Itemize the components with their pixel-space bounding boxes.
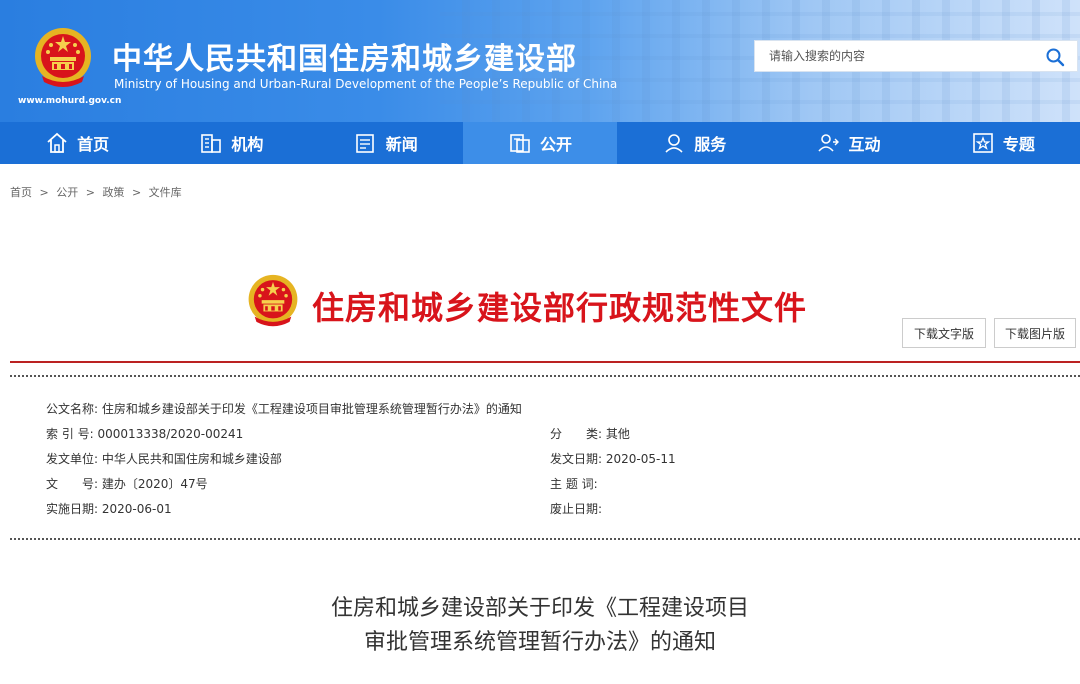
nav-item-label: 专题	[1002, 135, 1035, 154]
divider-dotted	[10, 375, 1080, 377]
meta-label: 发文单位:	[46, 452, 99, 466]
document-title-line2: 审批管理系统管理暂行办法》的通知	[363, 630, 716, 655]
meta-label: 分 类:	[550, 427, 603, 441]
nav-item-label: 机构	[231, 135, 264, 154]
meta-value: 建办〔2020〕47号	[101, 477, 208, 491]
download-text-button[interactable]: 下载文字版	[902, 318, 986, 348]
meta-repeal-date: 废止日期:	[550, 500, 602, 517]
breadcrumb-home[interactable]: 首页	[10, 186, 32, 199]
download-image-button[interactable]: 下载图片版	[994, 318, 1076, 348]
meta-value: 中华人民共和国住房和城乡建设部	[101, 452, 282, 466]
meta-index: 索 引 号: 000013338/2020-00241	[46, 425, 243, 442]
search-icon[interactable]	[1045, 47, 1065, 67]
site-title[interactable]: 中华人民共和国住房和城乡建设部	[112, 34, 577, 78]
banner-title: 住房和城乡建设部行政规范性文件	[312, 289, 808, 327]
national-emblem-icon[interactable]	[32, 26, 94, 90]
meta-label: 文 号:	[46, 477, 99, 491]
meta-value: 其他	[605, 427, 630, 441]
service-icon	[665, 134, 683, 153]
meta-issue-date: 发文日期: 2020-05-11	[550, 450, 676, 467]
breadcrumb-public[interactable]: 公开	[56, 186, 78, 199]
nav-item-organization[interactable]: 机构	[154, 122, 308, 164]
meta-value: 住房和城乡建设部关于印发《工程建设项目审批管理系统管理暂行办法》的通知	[101, 402, 522, 416]
search-box	[754, 40, 1078, 72]
nav-item-public[interactable]: 公开	[462, 122, 618, 164]
interact-icon	[817, 134, 839, 152]
news-icon	[355, 134, 374, 153]
divider-dotted	[10, 538, 1080, 540]
meta-label: 主 题 词:	[550, 477, 598, 491]
breadcrumb-policy[interactable]: 政策	[102, 186, 124, 199]
meta-doc-no: 文 号: 建办〔2020〕47号	[46, 475, 208, 492]
nav-item-label: 互动	[848, 135, 881, 154]
site-subtitle: Ministry of Housing and Urban-Rural Deve…	[114, 77, 618, 91]
site-url: www.mohurd.gov.cn	[18, 96, 122, 106]
meta-label: 实施日期:	[46, 502, 99, 516]
meta-effective-date: 实施日期: 2020-06-01	[46, 500, 172, 517]
nav-item-service[interactable]: 服务	[617, 122, 771, 164]
site-header: www.mohurd.gov.cn 中华人民共和国住房和城乡建设部 Minist…	[0, 0, 1080, 122]
search-input[interactable]	[755, 41, 1035, 71]
nav-item-interaction[interactable]: 互动	[771, 122, 925, 164]
breadcrumb-library[interactable]: 文件库	[149, 186, 182, 199]
meta-label: 索 引 号:	[46, 427, 94, 441]
meta-keywords: 主 题 词:	[550, 475, 598, 492]
document-title-line1: 住房和城乡建设部关于印发《工程建设项目	[330, 596, 749, 621]
nav-item-topics[interactable]: 专题	[926, 122, 1080, 164]
main-nav: 首页 机构 新闻 公开 服务 互动 专题	[0, 122, 1080, 164]
document-icon	[510, 134, 530, 153]
star-icon	[973, 133, 993, 153]
breadcrumb-separator: >	[131, 186, 142, 199]
nav-item-label: 首页	[77, 135, 110, 154]
breadcrumb-separator: >	[39, 186, 49, 199]
breadcrumb-separator: >	[85, 186, 95, 199]
nav-item-news[interactable]: 新闻	[309, 122, 463, 164]
meta-doc-name: 公文名称: 住房和城乡建设部关于印发《工程建设项目审批管理系统管理暂行办法》的通…	[46, 400, 522, 417]
nav-item-label: 新闻	[385, 135, 418, 154]
building-icon	[201, 134, 222, 153]
meta-issuer: 发文单位: 中华人民共和国住房和城乡建设部	[46, 450, 282, 467]
national-emblem-icon	[248, 274, 298, 327]
breadcrumb: 首页 > 公开 > 政策 > 文件库	[10, 184, 186, 200]
nav-item-label: 服务	[694, 135, 727, 154]
home-icon	[47, 132, 67, 153]
nav-item-label: 公开	[539, 135, 572, 154]
meta-label: 公文名称:	[46, 402, 99, 416]
meta-value: 2020-06-01	[101, 502, 172, 516]
meta-label: 发文日期:	[550, 452, 603, 466]
meta-label: 废止日期:	[550, 502, 603, 516]
nav-item-home[interactable]: 首页	[0, 122, 154, 164]
divider-red	[10, 361, 1080, 363]
meta-value: 2020-05-11	[605, 452, 676, 466]
meta-value: 000013338/2020-00241	[97, 427, 244, 441]
meta-category: 分 类: 其他	[550, 425, 630, 442]
